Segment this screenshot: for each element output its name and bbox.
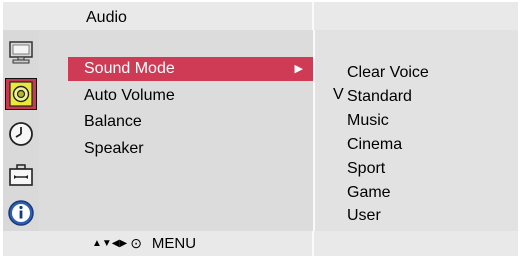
- option-clear-voice[interactable]: Clear Voice: [347, 64, 429, 82]
- menu-item-auto-volume[interactable]: Auto Volume: [68, 84, 313, 108]
- option-standard[interactable]: Standard: [347, 88, 412, 106]
- monitor-icon[interactable]: [5, 36, 37, 68]
- option-cinema[interactable]: Cinema: [347, 136, 402, 154]
- osd-window: Audio Sound Mode ▶ Auto Volume Balance S…: [0, 0, 521, 258]
- title-bar: Audio: [3, 2, 518, 30]
- submenu-panel: [315, 30, 518, 231]
- footer-divider: [312, 231, 314, 256]
- menu-hint-label: MENU: [151, 235, 197, 252]
- page-title: Audio: [86, 9, 127, 26]
- option-sport[interactable]: Sport: [347, 160, 385, 178]
- title-divider: [312, 2, 314, 30]
- menu-item-balance[interactable]: Balance: [68, 110, 313, 134]
- toolbox-icon[interactable]: [5, 159, 37, 191]
- menu-item-label: Sound Mode: [84, 60, 175, 77]
- nav-hint: ▲▼◀▶ ⊙ MENU: [92, 235, 196, 252]
- menu-item-sound-mode[interactable]: Sound Mode ▶: [68, 57, 313, 81]
- option-game[interactable]: Game: [347, 184, 391, 202]
- submenu-arrow-icon: ▶: [294, 63, 303, 75]
- speaker-icon[interactable]: [5, 78, 37, 110]
- info-icon[interactable]: [5, 197, 37, 229]
- clock-icon[interactable]: [5, 118, 37, 150]
- menu-item-label: Speaker: [84, 140, 144, 157]
- option-music[interactable]: Music: [347, 112, 389, 130]
- menu-item-label: Balance: [84, 113, 142, 130]
- menu-item-speaker[interactable]: Speaker: [68, 137, 313, 161]
- ok-button-icon: ⊙: [130, 235, 142, 251]
- footer-bar: [3, 231, 518, 256]
- check-mark: V: [333, 86, 344, 103]
- menu-item-label: Auto Volume: [84, 87, 175, 104]
- arrow-keys-icon: ▲▼◀▶: [92, 238, 128, 249]
- option-user[interactable]: User: [347, 207, 381, 225]
